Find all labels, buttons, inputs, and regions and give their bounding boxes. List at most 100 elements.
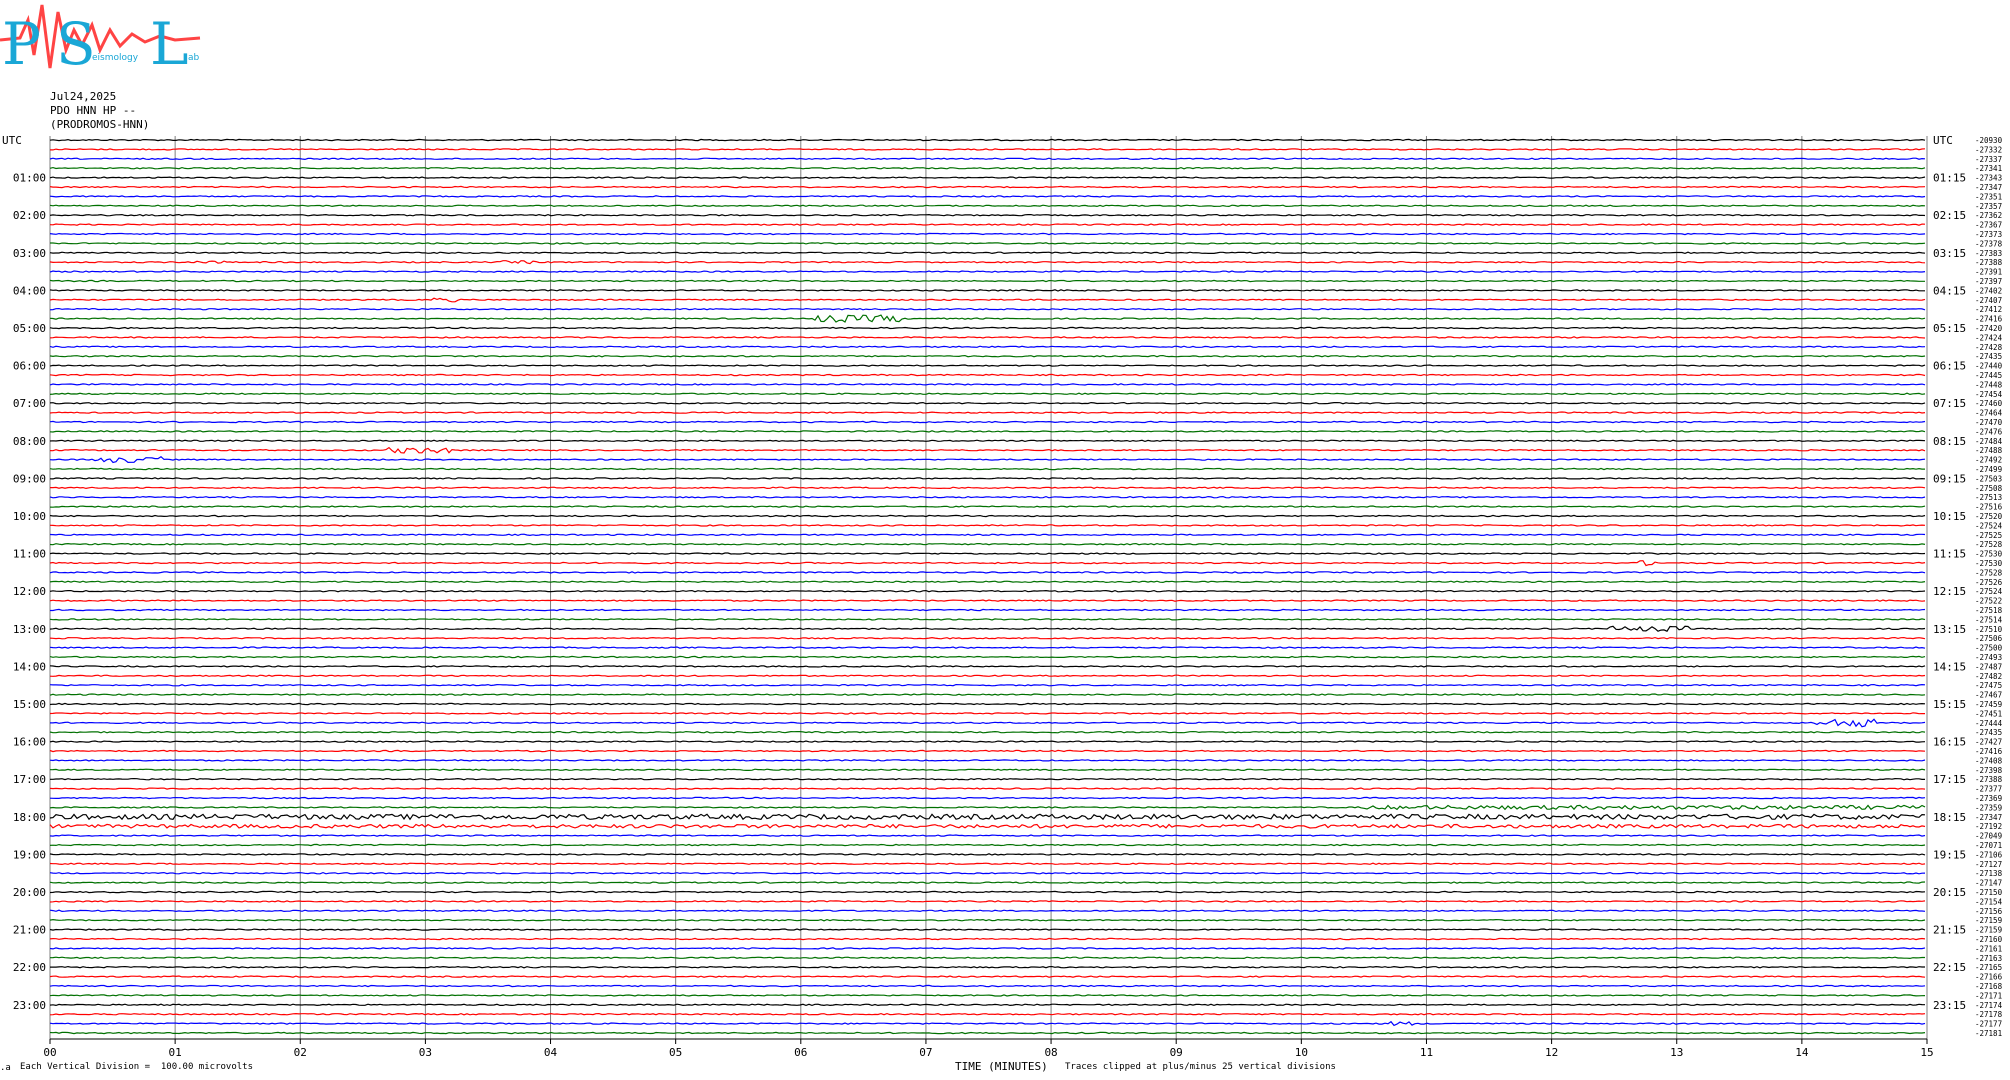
x-tick-label-8: 08: [1044, 1046, 1057, 1059]
trace-44: [49, 552, 1926, 555]
offset-label-24: -27440: [1975, 362, 2003, 371]
right-label-1: 01:15: [1933, 172, 1966, 185]
offset-label-44: -27530: [1975, 550, 2003, 559]
offset-label-1: -27332: [1975, 145, 2002, 154]
left-label-2: 02:00: [13, 209, 46, 222]
trace-17: [49, 297, 1926, 303]
trace-33: [49, 446, 1926, 454]
right-label-13: 13:15: [1933, 623, 1966, 636]
right-label-6: 06:15: [1933, 360, 1966, 373]
offset-label-58: -27475: [1975, 681, 2002, 690]
offset-label-13: -27388: [1975, 258, 2003, 267]
trace-75: [49, 843, 1926, 847]
trace-1: [50, 148, 1926, 151]
right-label-15: 15:15: [1933, 698, 1966, 711]
x-axis-label: TIME (MINUTES): [955, 1060, 1048, 1073]
trace-10: [49, 232, 1926, 236]
trace-58: [49, 683, 1926, 687]
trace-29: [49, 411, 1926, 414]
offset-label-6: -27351: [1975, 192, 2002, 201]
trace-69: [49, 787, 1926, 790]
helicorder-plot: UTC 01:00 02:00 03:00 04:00 05:00 06:00 07:00 08…: [2, 134, 2003, 1059]
trace-31: [49, 430, 1926, 433]
trace-87: [49, 956, 1925, 960]
offset-label-14: -27391: [1975, 268, 2002, 277]
offset-label-76: -27106: [1975, 850, 2003, 859]
offset-label-29: -27464: [1975, 409, 2003, 418]
trace-91: [49, 994, 1926, 997]
trace-43: [49, 542, 1926, 546]
offset-label-22: -27428: [1975, 343, 2003, 352]
left-label-4: 04:00: [13, 284, 46, 297]
offset-label-90: -27168: [1975, 982, 2003, 991]
offset-label-80: -27150: [1975, 888, 2003, 897]
x-tick-label-2: 02: [294, 1046, 307, 1059]
offset-label-88: -27165: [1975, 963, 2002, 972]
trace-77: [49, 862, 1926, 866]
right-label-9: 09:15: [1933, 472, 1966, 485]
offset-label-46: -27528: [1975, 568, 2003, 577]
right-label-23: 23:15: [1933, 999, 1966, 1012]
right-label-7: 07:15: [1933, 397, 1966, 410]
trace-34: [49, 455, 1926, 464]
trace-57: [49, 674, 1926, 678]
right-label-3: 03:15: [1933, 247, 1966, 260]
trace-35: [49, 467, 1925, 471]
offset-label-8: -27362: [1975, 211, 2002, 220]
x-tick-label-13: 13: [1670, 1046, 1683, 1059]
trace-72: [49, 813, 1926, 821]
left-label-18: 18:00: [13, 811, 46, 824]
offset-label-66: -27408: [1975, 756, 2003, 765]
left-label-14: 14:00: [13, 660, 46, 673]
offset-label-54: -27500: [1975, 644, 2003, 653]
offset-label-4: -27343: [1975, 174, 2002, 183]
scale-note: Each Vertical Division = 100.00 microvol…: [20, 1062, 253, 1072]
trace-25: [49, 373, 1926, 377]
trace-group: [49, 138, 1926, 1035]
trace-46: [49, 571, 1926, 574]
left-label-11: 11:00: [13, 548, 46, 561]
trace-53: [49, 636, 1926, 640]
trace-19: [49, 314, 1926, 323]
trace-93: [49, 1012, 1926, 1016]
offset-label-27: -27454: [1975, 390, 2003, 399]
right-label-19: 19:15: [1933, 848, 1966, 861]
x-tick-label-4: 04: [544, 1046, 558, 1059]
trace-71: [49, 804, 1926, 811]
trace-12: [49, 251, 1926, 255]
offset-label-33: -27488: [1975, 446, 2003, 455]
trace-13: [49, 260, 1926, 265]
trace-14: [49, 270, 1926, 273]
trace-51: [49, 618, 1926, 621]
trace-83: [49, 918, 1926, 922]
trace-84: [49, 928, 1926, 931]
trace-54: [49, 646, 1926, 649]
trace-40: [49, 514, 1926, 518]
trace-59: [49, 693, 1926, 696]
trace-80: [49, 890, 1926, 894]
trace-60: [49, 702, 1926, 706]
trace-45: [49, 560, 1926, 567]
x-tick-label-5: 05: [669, 1046, 682, 1059]
offset-label-21: -27424: [1975, 333, 2003, 342]
trace-20: [49, 326, 1926, 330]
right-label-17: 17:15: [1933, 773, 1966, 786]
right-label-12: 12:15: [1933, 585, 1966, 598]
left-label-5: 05:00: [13, 322, 46, 335]
offset-label-17: -27407: [1975, 296, 2002, 305]
x-tick-label-14: 14: [1795, 1046, 1809, 1059]
offset-label-49: -27522: [1975, 597, 2002, 606]
offset-label-7: -27357: [1975, 202, 2002, 211]
trace-73: [49, 823, 1926, 829]
trace-48: [49, 589, 1926, 593]
left-label-20: 20:00: [13, 886, 46, 899]
left-label-6: 06:00: [13, 360, 46, 373]
offset-label-65: -27416: [1975, 747, 2003, 756]
offset-label-25: -27445: [1975, 371, 2002, 380]
trace-2: [49, 157, 1926, 161]
trace-52: [49, 625, 1926, 632]
trace-0: [49, 138, 1926, 142]
x-tick-label-7: 07: [919, 1046, 932, 1059]
right-label-0: UTC: [1933, 134, 1953, 147]
offset-label-40: -27520: [1975, 512, 2003, 521]
